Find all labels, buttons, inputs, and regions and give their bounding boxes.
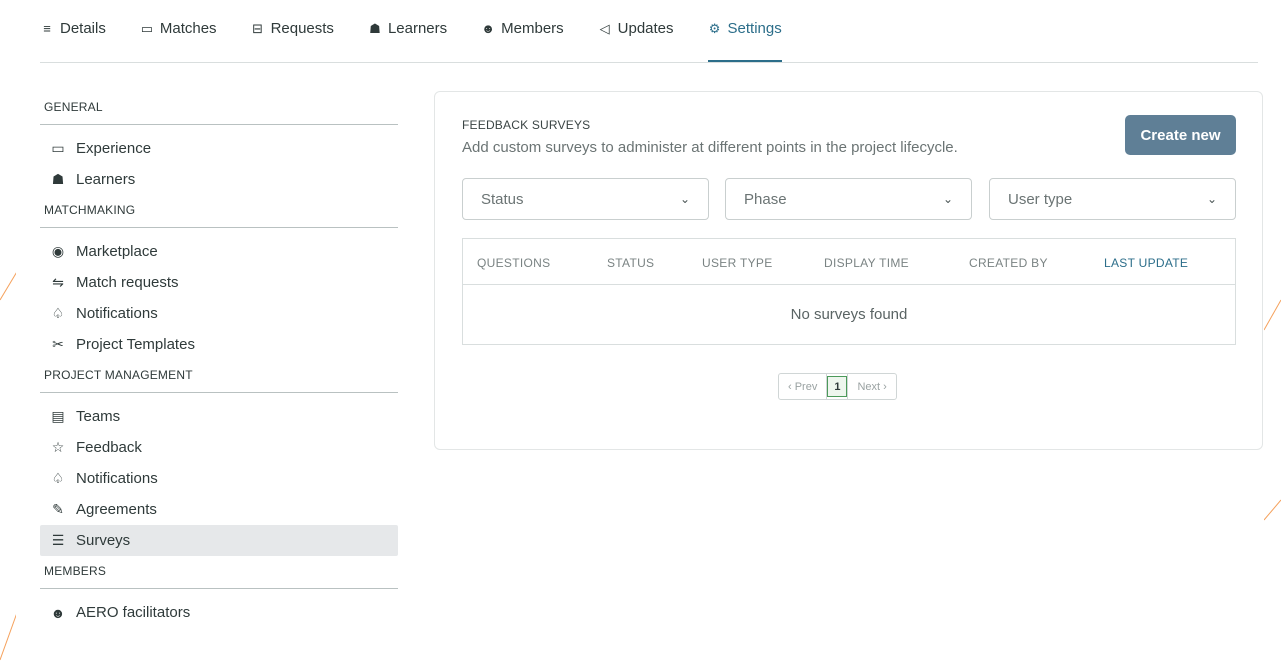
chevron-down-icon: ⌄	[679, 192, 690, 206]
column-header-last-update[interactable]: LAST UPDATE	[1104, 256, 1188, 270]
sidebar-item-label: Notifications	[76, 470, 158, 487]
sidebar-item-label: Surveys	[76, 532, 131, 549]
sidebar-item-label: Notifications	[76, 305, 158, 322]
graduation-cap-icon: ☗	[51, 171, 65, 187]
globe-icon: ◉	[51, 243, 65, 259]
column-header-questions[interactable]: QUESTIONS	[477, 256, 550, 270]
bell-icon: ♤	[51, 470, 65, 486]
table-header: QUESTIONS STATUS USER TYPE DISPLAY TIME …	[463, 239, 1235, 285]
megaphone-icon: ◁	[599, 20, 610, 36]
star-icon: ☆	[51, 439, 65, 455]
feedback-surveys-card: FEEDBACK SURVEYS Add custom surveys to a…	[434, 91, 1263, 450]
sidebar-item-learners[interactable]: ☗ Learners	[40, 164, 398, 195]
sidebar-item-project-templates[interactable]: ✂ Project Templates	[40, 329, 398, 360]
sidebar-item-label: AERO facilitators	[76, 604, 191, 621]
sidebar-item-label: Marketplace	[76, 243, 158, 260]
section-title-matchmaking: MATCHMAKING	[40, 195, 398, 228]
sidebar-item-label: Teams	[76, 408, 121, 425]
sidebar-item-label: Feedback	[76, 439, 142, 456]
chevron-down-icon: ⌄	[942, 192, 953, 206]
select-placeholder: User type	[1008, 190, 1073, 208]
sidebar-item-marketplace[interactable]: ◉ Marketplace	[40, 236, 398, 267]
tab-label: Details	[60, 20, 106, 37]
empty-state-text: No surveys found	[790, 306, 908, 323]
tools-icon: ✂	[52, 336, 64, 352]
members-icon: ☻	[50, 604, 66, 621]
sidebar-item-teams[interactable]: ▤ Teams	[40, 401, 398, 432]
column-header-status[interactable]: STATUS	[607, 256, 654, 270]
prev-page-button[interactable]: ‹ Prev	[779, 374, 828, 399]
members-icon: ☻	[481, 21, 495, 36]
tab-label: Requests	[270, 20, 334, 37]
list-numbered-icon: ☰	[51, 532, 65, 548]
card-section-label: FEEDBACK SURVEYS	[462, 118, 591, 132]
next-page-button[interactable]: Next ›	[847, 374, 895, 399]
sidebar-item-match-requests[interactable]: ⇋ Match requests	[40, 267, 398, 298]
sidebar-item-notifications-matchmaking[interactable]: ♤ Notifications	[40, 298, 398, 329]
settings-sidebar: GENERAL ▭ Experience ☗ Learners MATCHMAK…	[40, 92, 398, 628]
current-page-button[interactable]: 1	[827, 376, 848, 397]
column-header-display-time[interactable]: DISPLAY TIME	[824, 256, 909, 270]
card-description: Add custom surveys to administer at diff…	[462, 139, 958, 156]
sidebar-item-label: Learners	[76, 171, 136, 188]
graduation-cap-icon: ☗	[369, 20, 381, 36]
select-placeholder: Phase	[744, 190, 787, 208]
tab-learners[interactable]: ☗ Learners	[368, 0, 447, 62]
pagination: ‹ Prev 1 Next ›	[778, 373, 897, 400]
tab-updates[interactable]: ◁ Updates	[598, 0, 674, 62]
column-header-user-type[interactable]: USER TYPE	[702, 256, 773, 270]
tab-details[interactable]: ≡ Details	[40, 0, 106, 62]
sidebar-item-aero-facilitators[interactable]: ☻ AERO facilitators	[40, 597, 398, 628]
folder-icon: ▭	[140, 20, 153, 36]
chevron-down-icon: ⌄	[1206, 192, 1217, 206]
tab-matches[interactable]: ▭ Matches	[140, 0, 217, 62]
experience-icon: ▭	[51, 140, 65, 156]
user-type-filter-select[interactable]: User type ⌄	[989, 178, 1236, 220]
project-tabs: ≡ Details ▭ Matches ⊟ Requests ☗ Learner…	[40, 0, 1258, 63]
section-title-members: MEMBERS	[40, 556, 398, 589]
details-icon: ≡	[43, 21, 51, 36]
create-new-button[interactable]: Create new	[1125, 115, 1236, 155]
signature-icon: ✎	[52, 501, 64, 517]
section-title-project-management: PROJECT MANAGEMENT	[40, 360, 398, 393]
section-title-general: GENERAL	[40, 92, 398, 125]
tab-label: Learners	[387, 20, 448, 37]
sidebar-item-notifications-pm[interactable]: ♤ Notifications	[40, 463, 398, 494]
sidebar-item-experience[interactable]: ▭ Experience	[40, 133, 398, 164]
gear-icon: ⚙	[708, 20, 721, 36]
tab-label: Updates	[617, 20, 674, 37]
tab-members[interactable]: ☻ Members	[481, 0, 564, 62]
inbox-icon: ⊟	[252, 20, 264, 36]
column-header-created-by[interactable]: CREATED BY	[969, 256, 1048, 270]
sidebar-item-agreements[interactable]: ✎ Agreements	[40, 494, 398, 525]
sidebar-item-surveys[interactable]: ☰ Surveys	[40, 525, 398, 556]
tab-label: Members	[501, 20, 564, 37]
status-filter-select[interactable]: Status ⌄	[462, 178, 709, 220]
settings-page: ≡ Details ▭ Matches ⊟ Requests ☗ Learner…	[16, 0, 1264, 652]
sidebar-item-label: Agreements	[76, 501, 157, 518]
tab-label: Matches	[159, 20, 217, 37]
phase-filter-select[interactable]: Phase ⌄	[725, 178, 972, 220]
sidebar-item-feedback[interactable]: ☆ Feedback	[40, 432, 398, 463]
sidebar-item-label: Match requests	[76, 274, 179, 291]
bell-icon: ♤	[51, 305, 65, 321]
sidebar-item-label: Experience	[76, 140, 152, 157]
surveys-table: QUESTIONS STATUS USER TYPE DISPLAY TIME …	[462, 238, 1236, 345]
select-placeholder: Status	[481, 190, 524, 208]
sidebar-item-label: Project Templates	[76, 336, 195, 353]
tab-requests[interactable]: ⊟ Requests	[251, 0, 334, 62]
tab-settings[interactable]: ⚙ Settings	[707, 0, 782, 62]
handshake-icon: ⇋	[52, 274, 64, 290]
tab-label: Settings	[727, 20, 782, 37]
teams-icon: ▤	[51, 408, 65, 424]
